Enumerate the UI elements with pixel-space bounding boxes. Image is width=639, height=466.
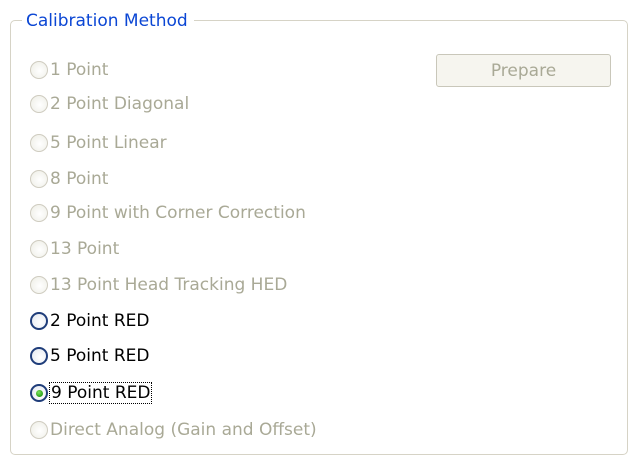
radio-unselected-icon[interactable] xyxy=(30,240,48,258)
radio-selected-icon[interactable] xyxy=(30,384,48,402)
radio-dot-icon xyxy=(35,389,43,397)
radio-unselected-icon[interactable] xyxy=(30,134,48,152)
radio-option[interactable]: 9 Point RED xyxy=(30,379,153,407)
radio-option-label: Direct Analog (Gain and Offset) xyxy=(50,420,317,440)
radio-option[interactable]: 13 Point xyxy=(30,235,119,263)
radio-unselected-icon[interactable] xyxy=(30,204,48,222)
radio-option[interactable]: 1 Point xyxy=(30,56,108,84)
radio-option[interactable]: 2 Point RED xyxy=(30,307,149,335)
radio-option-label: 13 Point xyxy=(50,239,120,259)
radio-unselected-icon[interactable] xyxy=(30,170,48,188)
radio-option[interactable]: 5 Point RED xyxy=(30,342,149,370)
radio-option-label: 2 Point Diagonal xyxy=(50,94,190,114)
radio-unselected-icon[interactable] xyxy=(30,421,48,439)
prepare-button[interactable]: Prepare xyxy=(436,54,611,87)
radio-option-label: 9 Point RED xyxy=(48,382,153,404)
radio-unselected-icon[interactable] xyxy=(30,347,48,365)
radio-unselected-icon[interactable] xyxy=(30,312,48,330)
radio-option[interactable]: 13 Point Head Tracking HED xyxy=(30,271,287,299)
radio-option-label: 13 Point Head Tracking HED xyxy=(50,275,288,295)
radio-option-label: 5 Point RED xyxy=(50,346,150,366)
radio-unselected-icon[interactable] xyxy=(30,61,48,79)
radio-unselected-icon[interactable] xyxy=(30,95,48,113)
radio-option-label: 9 Point with Corner Correction xyxy=(50,203,306,223)
radio-option-label: 2 Point RED xyxy=(50,311,150,331)
radio-option-label: 1 Point xyxy=(50,60,109,80)
radio-option-label: 8 Point xyxy=(50,169,109,189)
radio-option[interactable]: 8 Point xyxy=(30,165,108,193)
groupbox-title: Calibration Method xyxy=(22,9,194,33)
radio-option[interactable]: 9 Point with Corner Correction xyxy=(30,199,306,227)
radio-option[interactable]: 2 Point Diagonal xyxy=(30,90,189,118)
radio-option[interactable]: 5 Point Linear xyxy=(30,129,167,157)
radio-option[interactable]: Direct Analog (Gain and Offset) xyxy=(30,416,317,444)
radio-unselected-icon[interactable] xyxy=(30,276,48,294)
radio-option-label: 5 Point Linear xyxy=(50,133,167,153)
